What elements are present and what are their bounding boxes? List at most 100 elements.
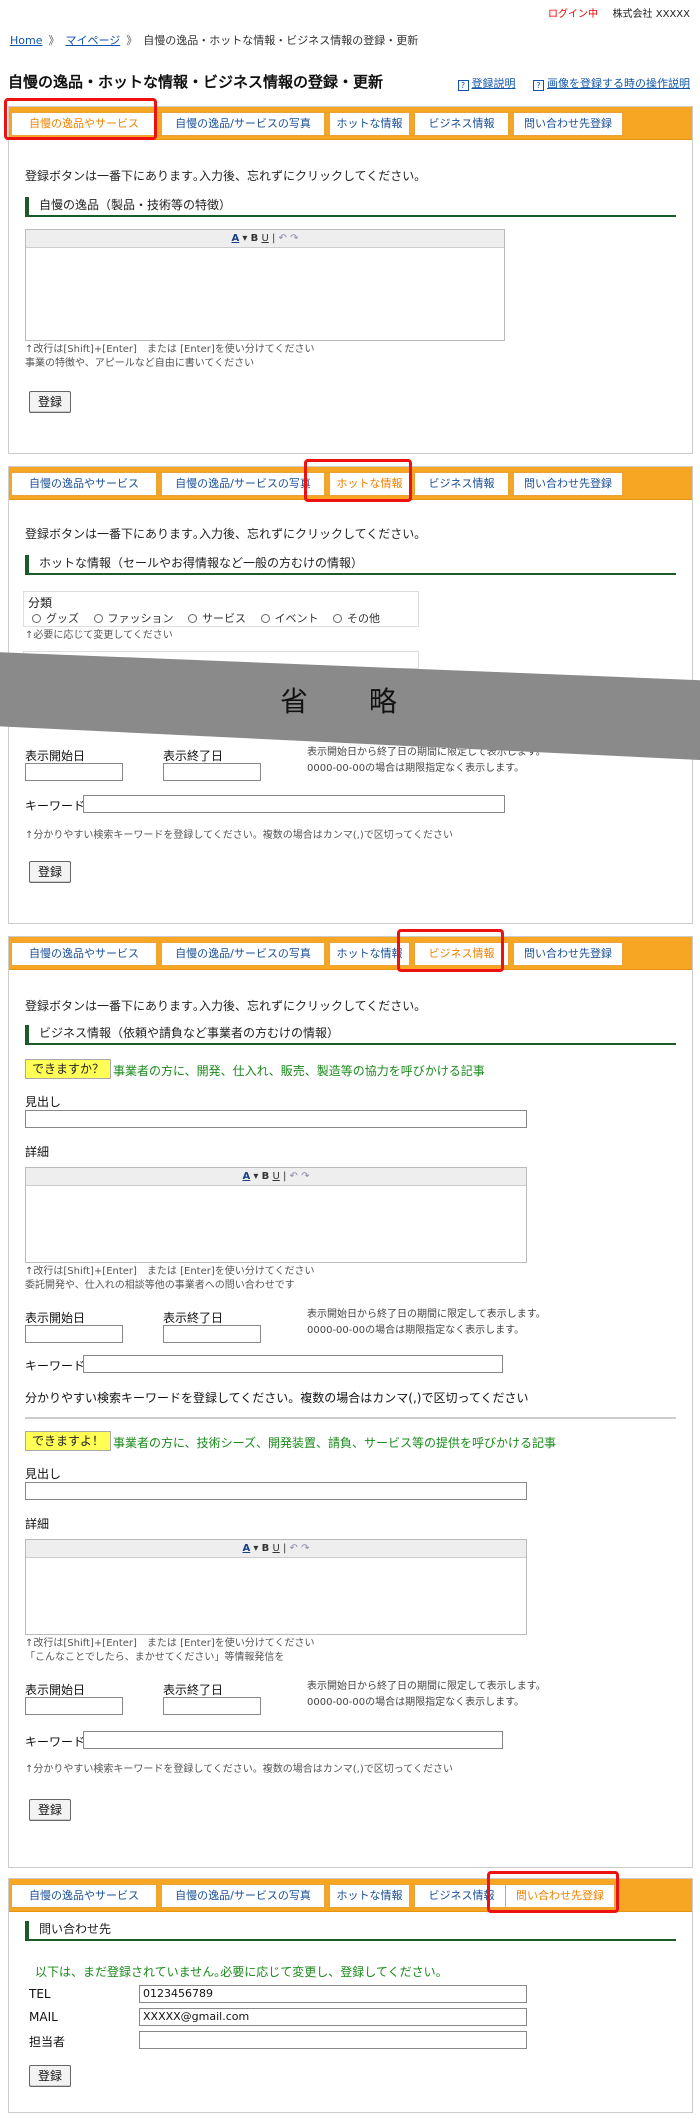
underline-icon[interactable]: U xyxy=(261,233,268,244)
newline-note: ↑改行は[Shift]+[Enter] または [Enter]を使い分けてくださ… xyxy=(25,344,315,355)
tab-bar: 自慢の逸品やサービス 自慢の逸品/サービスの写真 ホットな情報 ビジネス情報 問… xyxy=(9,937,692,970)
help-links: ? 登録説明 ? 画像を登録する時の操作説明 xyxy=(444,75,690,91)
register-button[interactable]: 登録 xyxy=(29,2065,72,2087)
radio-icon[interactable] xyxy=(32,614,41,623)
tab-products[interactable]: 自慢の逸品やサービス xyxy=(11,942,157,966)
undo-icon[interactable]: ↶ xyxy=(290,1171,298,1182)
category-option: サービス xyxy=(202,612,246,625)
divider xyxy=(25,1417,676,1419)
tab-contact[interactable]: 問い合わせ先登録 xyxy=(505,1884,615,1908)
tab-hot-info[interactable]: ホットな情報 xyxy=(329,472,410,496)
keyword-input[interactable] xyxy=(83,795,505,813)
tab-products[interactable]: 自慢の逸品やサービス xyxy=(11,112,157,136)
can-you-text: 事業者の方に、開発、仕入れ、販売、製造等の協力を呼びかける記事 xyxy=(113,1064,485,1078)
tab-business-info[interactable]: ビジネス情報 xyxy=(414,112,509,136)
text-color-icon[interactable]: A xyxy=(243,1171,251,1182)
person-label: 担当者 xyxy=(29,2035,66,2049)
bold-icon[interactable]: B xyxy=(251,233,259,244)
tab-hot-info[interactable]: ホットな情報 xyxy=(329,942,410,966)
date-note: 0000-00-00の場合は期限指定なく表示します。 xyxy=(307,1697,525,1708)
end-date-input[interactable] xyxy=(163,1697,261,1715)
start-date-input[interactable] xyxy=(25,1325,123,1343)
text-color-icon[interactable]: A xyxy=(243,1543,251,1554)
register-button[interactable]: 登録 xyxy=(29,391,72,413)
person-input[interactable] xyxy=(139,2031,527,2049)
omitted-label: 省 略 xyxy=(280,685,423,718)
help-icon: ? xyxy=(457,80,469,91)
product-editor[interactable]: A ▾ B U | ↶ ↷ xyxy=(25,229,505,341)
keyword-note: 分かりやすい検索キーワードを登録してください。複数の場合はカンマ(,)で区切って… xyxy=(25,1391,529,1405)
breadcrumb-current: 自慢の逸品・ホットな情報・ビジネス情報の登録・更新 xyxy=(143,34,419,47)
title-input[interactable] xyxy=(25,1482,527,1500)
start-date-input[interactable] xyxy=(25,763,123,781)
tab-photos[interactable]: 自慢の逸品/サービスの写真 xyxy=(161,942,325,966)
radio-icon[interactable] xyxy=(333,614,342,623)
tab-bar: 自慢の逸品やサービス 自慢の逸品/サービスの写真 ホットな情報 ビジネス情報 問… xyxy=(9,107,692,140)
category-label: 分類 xyxy=(28,596,53,610)
tab-contact[interactable]: 問い合わせ先登録 xyxy=(513,112,623,136)
tab-hot-info[interactable]: ホットな情報 xyxy=(329,1884,410,1908)
tab-products[interactable]: 自慢の逸品やサービス xyxy=(11,1884,157,1908)
bold-icon[interactable]: B xyxy=(262,1171,270,1182)
tab-business-info[interactable]: ビジネス情報 xyxy=(414,942,509,966)
undo-icon[interactable]: ↶ xyxy=(290,1543,298,1554)
date-note: 0000-00-00の場合は期限指定なく表示します。 xyxy=(307,1325,525,1336)
we-can-badge: できますよ！ xyxy=(25,1431,112,1451)
editor-toolbar: A ▾ B U | ↶ ↷ xyxy=(26,1540,526,1558)
mail-label: MAIL xyxy=(29,2010,58,2024)
section-heading: 自慢の逸品（製品・技術等の特徴） xyxy=(25,197,676,217)
keyword-label: キーワード xyxy=(25,1735,86,1749)
mail-input[interactable]: XXXXX@gmail.com xyxy=(139,2008,527,2026)
login-status: ログイン中 xyxy=(548,9,598,20)
start-date-label: 表示開始日 xyxy=(25,1683,86,1697)
tab-business-info[interactable]: ビジネス情報 xyxy=(414,472,509,496)
tab-business-info[interactable]: ビジネス情報 xyxy=(414,1884,509,1908)
redo-icon[interactable]: ↷ xyxy=(301,1171,309,1182)
bold-icon[interactable]: B xyxy=(262,1543,270,1554)
breadcrumb-mypage-link[interactable]: マイページ xyxy=(65,34,120,47)
keyword-input[interactable] xyxy=(83,1355,503,1373)
detail-editor[interactable]: A ▾ B U | ↶ ↷ xyxy=(25,1539,527,1635)
panel-business-info: 自慢の逸品やサービス 自慢の逸品/サービスの写真 ホットな情報 ビジネス情報 問… xyxy=(8,936,693,1868)
tab-photos[interactable]: 自慢の逸品/サービスの写真 xyxy=(161,112,325,136)
radio-icon[interactable] xyxy=(93,614,103,623)
category-radios: グッズ ファッション サービス イベント その他 xyxy=(32,610,380,626)
breadcrumb: Home 》マイページ》自慢の逸品・ホットな情報・ビジネス情報の登録・更新 xyxy=(10,34,419,47)
text-color-icon[interactable]: A xyxy=(232,233,240,244)
category-option: ファッション xyxy=(107,612,174,625)
tab-contact[interactable]: 問い合わせ先登録 xyxy=(513,472,623,496)
detail-label: 詳細 xyxy=(25,1145,50,1159)
editor-toolbar: A ▾ B U | ↶ ↷ xyxy=(26,230,504,248)
underline-icon[interactable]: U xyxy=(272,1543,279,1554)
can-you-note: 委託開発や、仕入れの相談等他の事業者への問い合わせです xyxy=(25,1280,295,1291)
tab-hot-info[interactable]: ホットな情報 xyxy=(329,112,410,136)
keyword-note: ↑分かりやすい検索キーワードを登録してください。複数の場合はカンマ(,)で区切っ… xyxy=(25,830,453,841)
page-title: 自慢の逸品・ホットな情報・ビジネス情報の登録・更新 xyxy=(8,73,384,91)
keyword-label: キーワード xyxy=(25,1359,86,1373)
radio-icon[interactable] xyxy=(188,614,197,623)
radio-icon[interactable] xyxy=(260,614,270,623)
redo-icon[interactable]: ↷ xyxy=(301,1543,309,1554)
breadcrumb-home-link[interactable]: Home xyxy=(10,34,42,47)
tab-products[interactable]: 自慢の逸品やサービス xyxy=(11,472,157,496)
image-help-link[interactable]: ? 画像を登録する時の操作説明 xyxy=(533,77,690,91)
end-date-input[interactable] xyxy=(163,1325,261,1343)
title-input[interactable] xyxy=(25,1110,527,1128)
tab-photos[interactable]: 自慢の逸品/サービスの写真 xyxy=(161,472,325,496)
redo-icon[interactable]: ↷ xyxy=(290,233,298,244)
date-note: 表示開始日から終了日の期間に限定して表示します。 xyxy=(307,1309,546,1320)
register-button[interactable]: 登録 xyxy=(29,1799,72,1821)
register-button[interactable]: 登録 xyxy=(29,861,72,883)
registration-help-link[interactable]: ? 登録説明 xyxy=(457,77,516,91)
tab-photos[interactable]: 自慢の逸品/サービスの写真 xyxy=(161,1884,325,1908)
undo-icon[interactable]: ↶ xyxy=(279,233,287,244)
end-date-input[interactable] xyxy=(163,763,261,781)
tel-input[interactable]: 0123456789 xyxy=(139,1985,527,2003)
tab-contact[interactable]: 問い合わせ先登録 xyxy=(513,942,623,966)
detail-editor[interactable]: A ▾ B U | ↶ ↷ xyxy=(25,1167,527,1263)
start-date-input[interactable] xyxy=(25,1697,123,1715)
tab-bar: 自慢の逸品やサービス 自慢の逸品/サービスの写真 ホットな情報 ビジネス情報 問… xyxy=(9,467,692,500)
section-heading: ホットな情報（セールやお得情報など一般の方むけの情報） xyxy=(25,555,676,575)
underline-icon[interactable]: U xyxy=(272,1171,279,1182)
keyword-input[interactable] xyxy=(83,1731,503,1749)
